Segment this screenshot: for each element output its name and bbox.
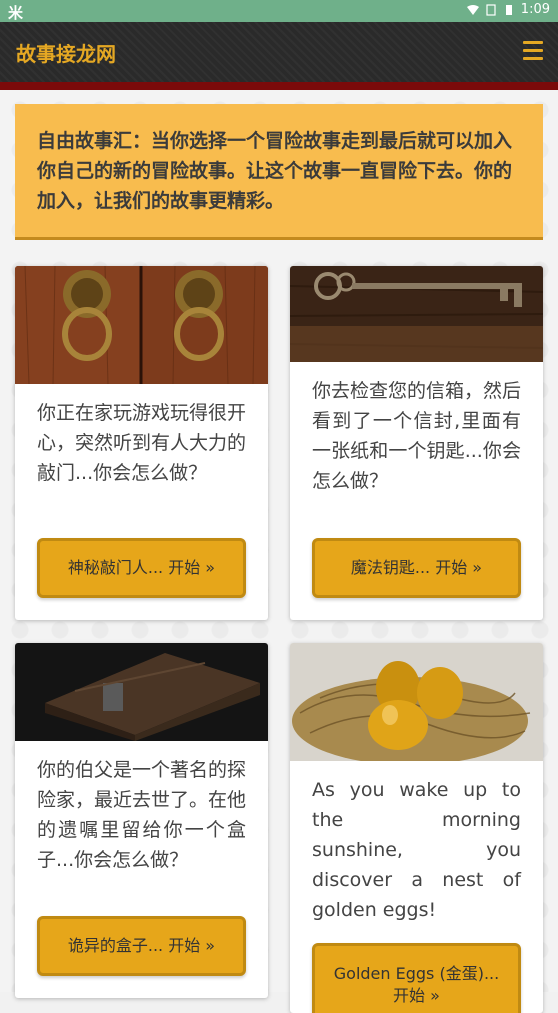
story-card-eggs: As you wake up to the morning sunshine, … [290, 643, 543, 1013]
mi-icon: 米 [8, 4, 24, 22]
start-button[interactable]: 神秘敲门人... 开始 » [37, 538, 246, 598]
card-description: 你的伯父是一个著名的探险家，最近去世了。在他的遗嘱里留给你一个盒子...你会怎么… [37, 759, 247, 871]
story-card-key: 你去检查您的信箱，然后看到了一个信封,里面有一张纸和一个钥匙...你会怎么做？ … [290, 266, 543, 620]
navbar-divider [0, 82, 558, 90]
intro-text: 自由故事汇：当你选择一个冒险故事走到最后就可以加入你自己的新的冒险故事。让这个故… [37, 130, 513, 212]
key-image [290, 266, 543, 362]
start-button[interactable]: Golden Eggs (金蛋)... 开始 » [312, 943, 521, 1013]
intro-banner: 自由故事汇：当你选择一个冒险故事走到最后就可以加入你自己的新的冒险故事。让这个故… [15, 104, 543, 240]
card-description: As you wake up to the morning sunshine, … [312, 779, 521, 921]
door-knocker-image [15, 266, 268, 384]
hamburger-icon[interactable] [523, 41, 543, 61]
story-card-box: 你的伯父是一个著名的探险家，最近去世了。在他的遗嘱里留给你一个盒子...你会怎么… [15, 643, 268, 998]
golden-eggs-image [290, 643, 543, 761]
wifi-icon [466, 4, 479, 15]
sim-icon [486, 3, 496, 16]
card-description: 你正在家玩游戏玩得很开心，突然听到有人大力的敲门...你会怎么做？ [37, 402, 247, 484]
wooden-box-image [15, 643, 268, 741]
brand-title[interactable]: 故事接龙网 [16, 38, 116, 67]
status-bar: 米 1:09 [0, 0, 558, 22]
status-icons: 1:09 [466, 2, 550, 17]
card-description: 你去检查您的信箱，然后看到了一个信封,里面有一张纸和一个钥匙...你会怎么做？ [312, 380, 522, 492]
main-content: 自由故事汇：当你选择一个冒险故事走到最后就可以加入你自己的新的冒险故事。让这个故… [0, 90, 558, 1013]
start-button[interactable]: 魔法钥匙... 开始 » [312, 538, 521, 598]
story-card-knock: 你正在家玩游戏玩得很开心，突然听到有人大力的敲门...你会怎么做？ 神秘敲门人.… [15, 266, 268, 620]
navbar: 故事接龙网 [0, 22, 558, 82]
start-button[interactable]: 诡异的盒子... 开始 » [37, 916, 246, 976]
clock: 1:09 [520, 2, 550, 17]
battery-icon [505, 4, 512, 15]
